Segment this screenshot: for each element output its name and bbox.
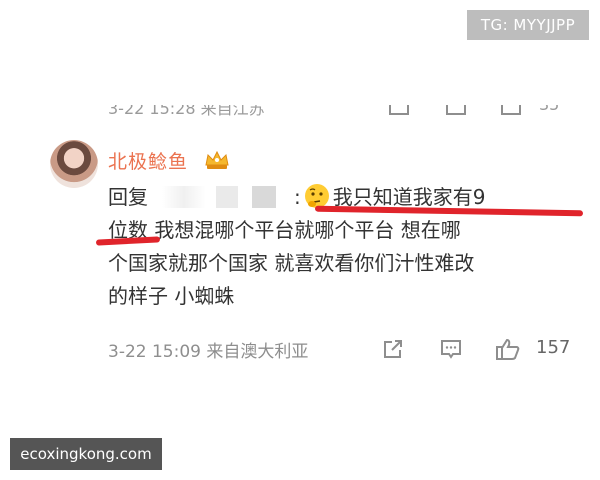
thumbs-up-icon[interactable] <box>501 105 521 115</box>
previous-like-count: 35 <box>539 105 559 114</box>
reply-colon: : <box>294 185 301 209</box>
blurred-username[interactable] <box>162 186 206 208</box>
comment-meta: 3-22 15:09 来自澳大利亚 <box>108 337 308 362</box>
share-icon[interactable] <box>381 337 405 361</box>
comment-card: 3-22 15:28 来自江苏 35 北极鲶鱼 回复: 我只知道我家有9 位数 … <box>50 105 590 367</box>
thumbs-up-icon[interactable] <box>495 337 521 361</box>
crown-badge-icon <box>205 150 229 169</box>
reply-prefix: 回复 <box>108 185 148 209</box>
comment-meta-row: 3-22 15:09 来自澳大利亚 157 <box>108 337 588 362</box>
site-watermark: ecoxingkong.com <box>10 438 162 470</box>
reply-line-3: 个国家就那个国家 就喜欢看你们汁性难改 <box>108 251 475 275</box>
comment-icon[interactable] <box>446 105 466 115</box>
comment-source: 来自澳大利亚 <box>206 342 309 362</box>
comment-icon[interactable] <box>439 337 463 361</box>
comment-timestamp: 3-22 15:09 <box>108 342 201 362</box>
like-count: 157 <box>536 337 571 358</box>
tg-badge: TG: MYYJJPP <box>467 10 589 40</box>
reply-line-2: 位数 我想混哪个平台就哪个平台 想在哪 <box>108 218 461 242</box>
blurred-username <box>252 186 276 208</box>
reply-text: 回复: 我只知道我家有9 位数 我想混哪个平台就哪个平台 想在哪 个国家就那个国… <box>108 181 588 313</box>
reply-line-4: 的样子 小蜘蛛 <box>108 284 235 308</box>
username[interactable]: 北极鲶鱼 <box>108 147 188 174</box>
previous-comment-meta: 3-22 15:28 来自江苏 <box>108 105 265 118</box>
share-icon[interactable] <box>389 105 409 115</box>
previous-comment-row: 3-22 15:28 来自江苏 35 <box>50 105 590 125</box>
avatar[interactable] <box>50 140 98 188</box>
blurred-username <box>216 186 238 208</box>
